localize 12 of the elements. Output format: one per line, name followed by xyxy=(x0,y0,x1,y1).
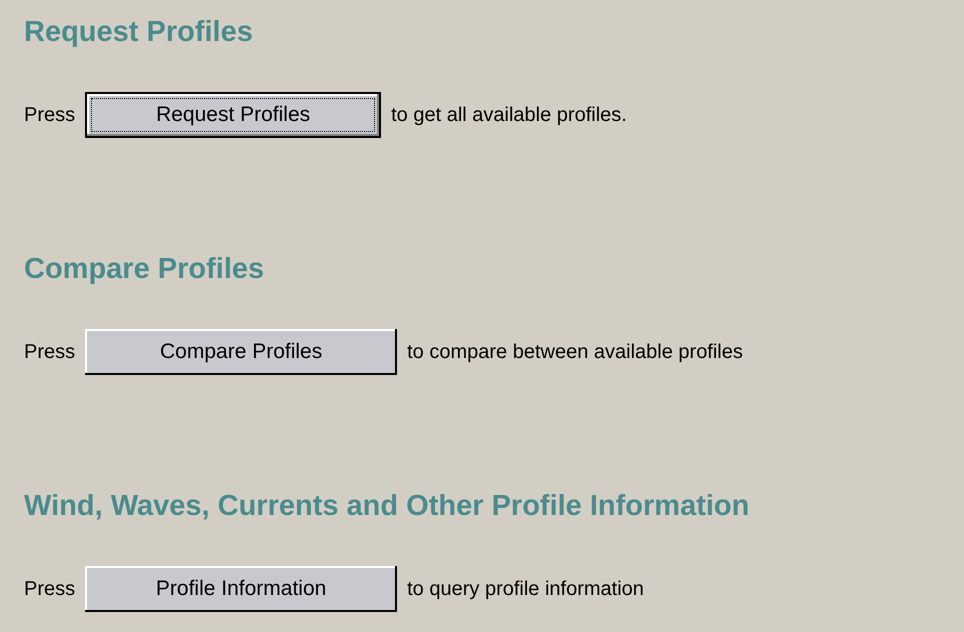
section-heading: Compare Profiles xyxy=(24,252,266,287)
section-heading: Wind, Waves, Currents and Other Profile Information xyxy=(24,489,750,524)
instruction-text: to get all available profiles. xyxy=(391,103,627,128)
instruction-text: Press xyxy=(24,577,76,602)
section-heading: Request Profiles xyxy=(24,15,254,50)
instruction-text: to query profile information xyxy=(407,577,644,602)
instruction-text: to compare between available profiles xyxy=(407,340,743,365)
action-button[interactable]: Profile Information xyxy=(85,566,398,612)
action-button[interactable]: Request Profiles xyxy=(85,92,382,138)
instruction-text: Press xyxy=(24,103,76,128)
instruction-text: Press xyxy=(24,340,76,365)
action-button[interactable]: Compare Profiles xyxy=(85,329,398,375)
